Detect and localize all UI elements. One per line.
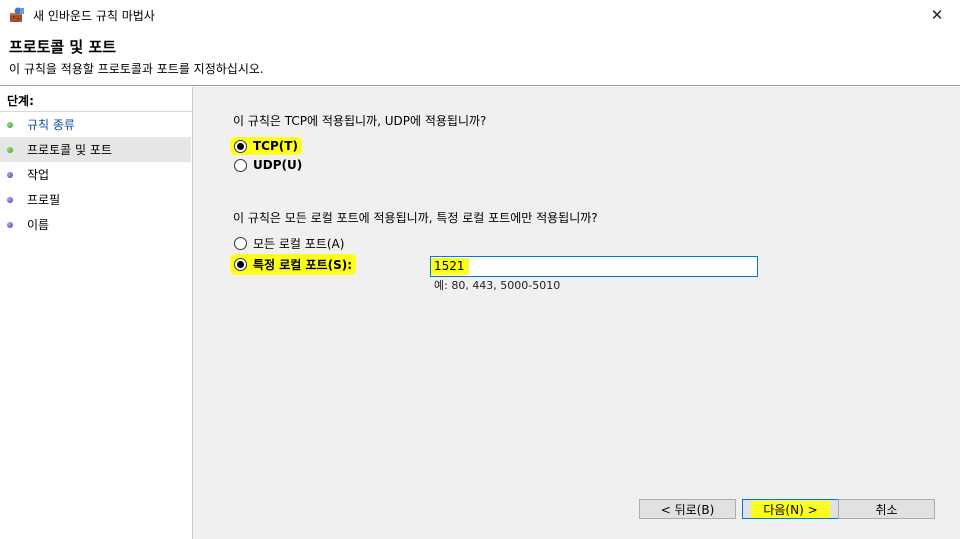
back-button-label: < 뒤로(B)	[660, 502, 715, 517]
port-value: 1521	[434, 259, 465, 273]
port-example-hint: 예: 80, 443, 5000-5010	[434, 279, 561, 292]
local-port-input[interactable]: 1521	[430, 256, 758, 277]
step-label: 규칙 종류	[27, 118, 75, 132]
ports-question: 이 규칙은 모든 로컬 포트에 적용됩니까, 특정 로컬 포트에만 적용됩니까?	[233, 211, 598, 225]
all-ports-radio[interactable]	[234, 236, 247, 250]
udp-label: UDP(U)	[253, 158, 303, 172]
step-protocol-ports[interactable]: 프로토콜 및 포트	[0, 137, 191, 162]
step-pending-icon	[7, 196, 13, 203]
step-profile: 프로필	[0, 187, 191, 212]
steps-panel: 단계: 규칙 종류 프로토콜 및 포트 작업 프로필 이름	[0, 87, 193, 539]
step-label: 이름	[27, 218, 50, 232]
window-title: 새 인바운드 규칙 마법사	[33, 9, 155, 23]
content-area: 단계: 규칙 종류 프로토콜 및 포트 작업 프로필 이름 이 규칙은 TCP에…	[0, 87, 960, 539]
step-pending-icon	[7, 221, 13, 228]
protocol-question: 이 규칙은 TCP에 적용됩니까, UDP에 적용됩니까?	[233, 114, 487, 128]
specific-ports-label: 특정 로컬 포트(S):	[253, 257, 353, 272]
page-title: 프로토콜 및 포트	[9, 38, 117, 56]
next-button-label: 다음(N) >	[751, 500, 830, 518]
firewall-app-icon	[9, 7, 25, 23]
title-bar: 새 인바운드 규칙 마법사 ✕	[0, 0, 960, 30]
step-label: 프로필	[27, 193, 61, 207]
wizard-header: 프로토콜 및 포트 이 규칙을 적용할 프로토콜과 포트를 지정하십시오.	[0, 30, 960, 86]
steps-heading: 단계:	[7, 94, 34, 108]
udp-radio-option[interactable]: UDP(U)	[234, 156, 302, 174]
tcp-radio[interactable]	[234, 139, 247, 153]
cancel-button[interactable]: 취소	[838, 499, 935, 519]
step-complete-icon	[7, 146, 13, 153]
specific-ports-radio-option[interactable]: 특정 로컬 포트(S):	[230, 253, 357, 275]
step-action: 작업	[0, 162, 191, 187]
back-button[interactable]: < 뒤로(B)	[639, 499, 736, 519]
step-rule-type[interactable]: 규칙 종류	[0, 112, 191, 137]
step-label: 작업	[27, 168, 50, 182]
all-ports-label: 모든 로컬 포트(A)	[253, 236, 345, 251]
specific-ports-radio[interactable]	[234, 257, 247, 271]
close-icon: ✕	[930, 6, 944, 24]
tcp-radio-option[interactable]: TCP(T)	[230, 137, 302, 155]
next-button[interactable]: 다음(N) >	[742, 499, 839, 519]
step-label: 프로토콜 및 포트	[27, 143, 112, 157]
step-name: 이름	[0, 212, 191, 237]
step-pending-icon	[7, 171, 13, 178]
all-ports-radio-option[interactable]: 모든 로컬 포트(A)	[234, 234, 344, 252]
udp-radio[interactable]	[234, 158, 247, 172]
main-panel: 이 규칙은 TCP에 적용됩니까, UDP에 적용됩니까? TCP(T) UDP…	[194, 87, 960, 539]
step-complete-icon	[7, 121, 13, 128]
page-description: 이 규칙을 적용할 프로토콜과 포트를 지정하십시오.	[9, 62, 264, 76]
tcp-label: TCP(T)	[253, 139, 298, 153]
close-button[interactable]: ✕	[914, 0, 960, 30]
cancel-button-label: 취소	[875, 502, 898, 517]
